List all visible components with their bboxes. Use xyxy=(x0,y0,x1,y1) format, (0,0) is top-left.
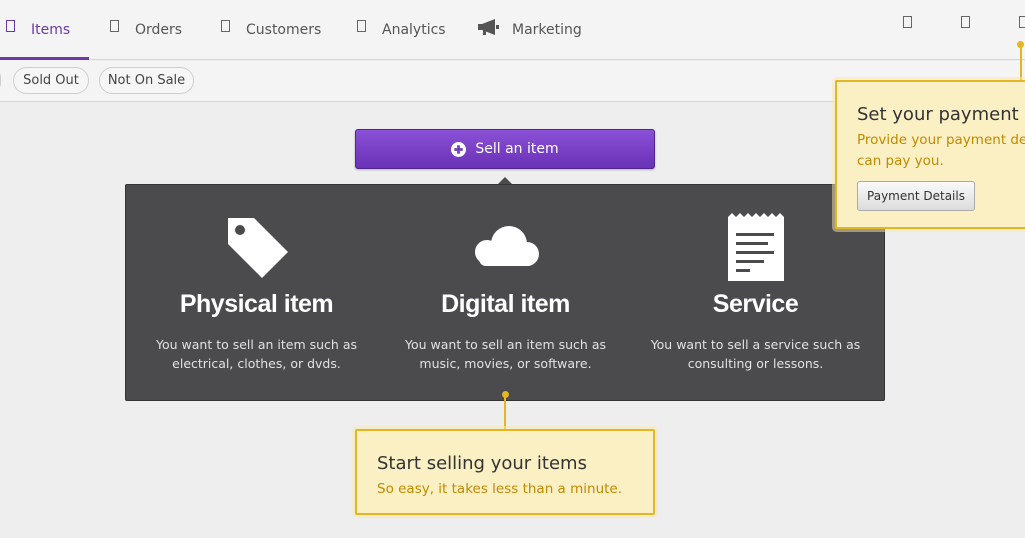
start-selling-title: Start selling your items xyxy=(377,453,587,474)
tab-analytics-label: Analytics xyxy=(382,22,446,38)
payment-callout-title: Set your payment de xyxy=(857,104,1025,125)
plus-circle-icon xyxy=(451,141,467,157)
option-physical-item[interactable]: Physical item You want to sell an item s… xyxy=(130,185,383,402)
physical-item-desc-line2: electrical, clothes, or dvds. xyxy=(172,356,341,371)
start-selling-callout: Start selling your items So easy, it tak… xyxy=(355,429,655,515)
tab-marketing[interactable]: Marketing xyxy=(478,0,582,60)
start-selling-text: So easy, it takes less than a minute. xyxy=(377,481,623,497)
physical-item-desc: You want to sell an item such as electri… xyxy=(150,335,363,373)
tab-marketing-label: Marketing xyxy=(512,22,582,38)
sell-item-label: Sell an item xyxy=(475,141,559,157)
customers-icon xyxy=(221,20,230,32)
digital-item-title: Digital item xyxy=(441,290,570,318)
panel-pointer xyxy=(498,177,512,184)
digital-item-desc-line1: You want to sell an item such as xyxy=(405,337,606,352)
payment-callout-text: Provide your payment det can pay you. xyxy=(857,130,1025,172)
physical-item-title: Physical item xyxy=(179,290,334,318)
item-type-panel: Physical item You want to sell an item s… xyxy=(125,184,885,401)
payment-connector xyxy=(1020,46,1022,81)
cloud-icon xyxy=(474,226,539,266)
physical-item-desc-line1: You want to sell an item such as xyxy=(156,337,357,352)
tab-items[interactable]: Items xyxy=(6,0,70,60)
service-desc-line1: You want to sell a service such as xyxy=(650,337,861,352)
digital-item-desc-line2: music, movies, or software. xyxy=(419,356,592,371)
receipt-icon xyxy=(727,213,784,281)
payment-details-button[interactable]: Payment Details xyxy=(857,181,975,211)
megaphone-icon xyxy=(478,19,499,35)
payment-callout: Set your payment de Provide your payment… xyxy=(835,80,1025,229)
settings-icon[interactable] xyxy=(961,16,970,28)
service-desc-line2: consulting or lessons. xyxy=(687,356,824,371)
tag-icon xyxy=(227,218,288,278)
orders-icon xyxy=(110,20,119,32)
tab-customers[interactable]: Customers xyxy=(221,0,321,60)
service-desc: You want to sell a service such as consu… xyxy=(649,335,862,373)
option-digital-item[interactable]: Digital item You want to sell an item su… xyxy=(379,185,632,402)
sell-item-button[interactable]: Sell an item xyxy=(355,129,655,169)
callout-connector xyxy=(504,397,506,430)
tab-orders-label: Orders xyxy=(135,22,183,38)
service-title: Service xyxy=(712,290,799,318)
digital-item-desc: You want to sell an item such as music, … xyxy=(399,335,612,373)
account-icon[interactable] xyxy=(1019,16,1025,28)
filter-sold-out[interactable]: Sold Out xyxy=(13,67,89,94)
payment-callout-text-line1: Provide your payment det xyxy=(857,132,1025,148)
items-icon xyxy=(6,20,15,32)
analytics-icon xyxy=(357,20,366,32)
top-nav: Items Orders Customers Analytics Marketi… xyxy=(0,0,1025,60)
tab-customers-label: Customers xyxy=(246,22,322,38)
filter-pill-partial[interactable] xyxy=(0,67,1,94)
notifications-icon[interactable] xyxy=(903,16,912,28)
payment-callout-text-line2: can pay you. xyxy=(857,153,944,169)
tab-analytics[interactable]: Analytics xyxy=(357,0,446,60)
filter-not-on-sale[interactable]: Not On Sale xyxy=(99,67,194,94)
active-tab-indicator xyxy=(0,57,89,60)
tab-items-label: Items xyxy=(31,22,71,38)
tab-orders[interactable]: Orders xyxy=(110,0,182,60)
